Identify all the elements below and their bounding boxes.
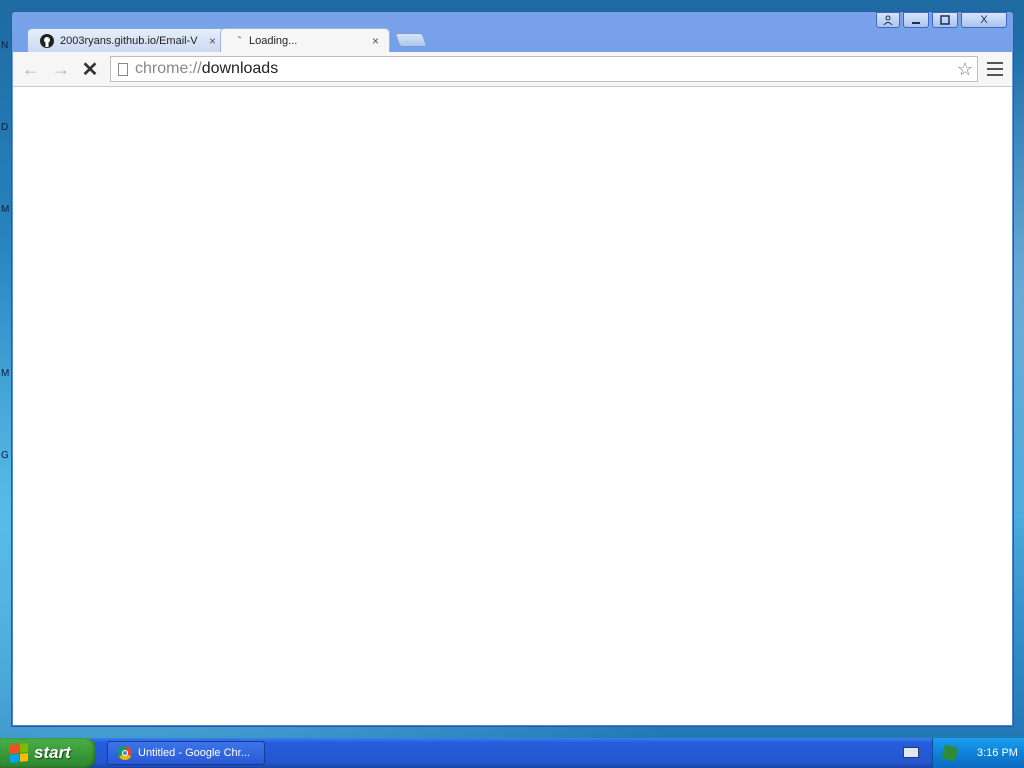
chrome-icon — [118, 746, 132, 760]
menu-line — [987, 62, 1003, 64]
menu-line — [987, 68, 1003, 70]
browser-toolbar: ← → ✕ chrome://downloads ☆ — [13, 52, 1012, 87]
windows-logo-icon — [10, 743, 28, 763]
page-icon — [118, 62, 128, 76]
profile-button[interactable] — [876, 12, 900, 28]
back-arrow-icon: ← — [22, 58, 40, 79]
start-button[interactable]: start — [0, 738, 96, 768]
page-content — [13, 87, 1012, 725]
url-scheme: chrome:// — [135, 60, 202, 77]
chrome-menu-button[interactable] — [987, 60, 1003, 78]
desktop-edge-letter: M — [1, 368, 10, 379]
forward-button[interactable]: → — [50, 58, 72, 80]
desktop-edge-letter: M — [1, 204, 10, 215]
stop-button[interactable]: ✕ — [79, 58, 101, 81]
tab-loading[interactable]: Loading... × — [220, 28, 390, 52]
stop-icon: ✕ — [81, 58, 99, 81]
tab-close-icon[interactable]: × — [209, 34, 216, 48]
minimize-button[interactable] — [903, 12, 929, 28]
forward-arrow-icon: → — [52, 58, 70, 79]
clock[interactable]: 3:16 PM — [977, 747, 1018, 759]
system-tray: 3:16 PM — [932, 738, 1024, 768]
close-window-button[interactable]: X — [961, 12, 1007, 28]
desktop-edge-letter: G — [1, 450, 9, 461]
window-controls: X — [876, 12, 1007, 28]
bookmark-star-icon[interactable]: ☆ — [957, 59, 973, 80]
loading-spinner-icon — [237, 35, 242, 39]
tab-title: 2003ryans.github.io/Email-V — [60, 34, 198, 47]
taskbar-item-label: Untitled - Google Chr... — [138, 747, 250, 759]
maximize-icon — [940, 15, 950, 25]
keyboard-icon[interactable] — [903, 747, 919, 758]
tab-title: Loading... — [249, 34, 298, 47]
network-icon[interactable] — [941, 744, 959, 762]
desktop-edge-letter: N — [1, 40, 9, 51]
taskbar: start Untitled - Google Chr... 3:16 PM — [0, 738, 1024, 768]
taskbar-item-chrome[interactable]: Untitled - Google Chr... — [107, 741, 265, 765]
new-tab-button[interactable] — [394, 33, 428, 47]
browser-window: X 2003ryans.github.io/Email-V × Loading.… — [11, 11, 1014, 727]
tab-github[interactable]: 2003ryans.github.io/Email-V × — [27, 28, 227, 52]
url-text[interactable]: chrome://downloads — [135, 60, 278, 78]
maximize-button[interactable] — [932, 12, 958, 28]
menu-line — [987, 74, 1003, 76]
start-label: start — [34, 743, 71, 762]
tab-close-icon[interactable]: × — [372, 34, 379, 48]
person-icon — [883, 15, 893, 25]
github-icon — [40, 33, 54, 48]
back-button[interactable]: ← — [20, 58, 42, 80]
desktop-edge-letter: D — [1, 122, 9, 133]
address-bar[interactable]: chrome://downloads ☆ — [110, 56, 978, 82]
minimize-icon — [912, 22, 920, 24]
close-icon: X — [980, 14, 988, 26]
url-path: downloads — [201, 60, 279, 77]
